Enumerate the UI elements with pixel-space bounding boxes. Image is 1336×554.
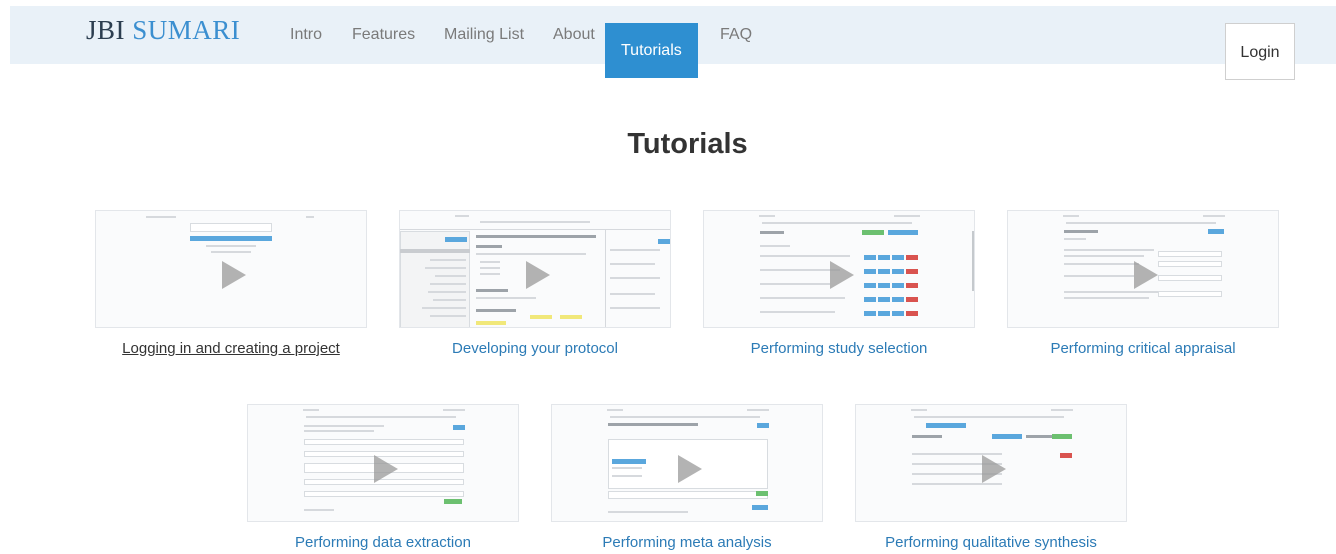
tutorial-card-data-extraction: Performing data extraction (247, 404, 519, 551)
nav-item-features[interactable]: Features (336, 6, 431, 64)
video-thumbnail[interactable] (95, 210, 367, 328)
tutorial-card-logging-in: Logging in and creating a project (95, 210, 367, 357)
tutorial-link[interactable]: Performing qualitative synthesis (835, 534, 1147, 551)
video-thumbnail[interactable] (1007, 210, 1279, 328)
play-icon[interactable] (374, 455, 398, 483)
play-icon[interactable] (678, 455, 702, 483)
tutorial-card-meta-analysis: Performing meta analysis (551, 404, 823, 551)
tutorial-link[interactable]: Performing meta analysis (531, 534, 843, 551)
login-button[interactable]: Login (1225, 23, 1295, 80)
brand-logo[interactable]: JBI SUMARI (86, 15, 240, 46)
play-icon[interactable] (982, 455, 1006, 483)
tutorial-link[interactable]: Logging in and creating a project (75, 340, 387, 357)
tutorial-card-qualitative-synthesis: Performing qualitative synthesis (855, 404, 1127, 551)
brand-logo-part2: SUMARI (132, 15, 241, 45)
nav-item-mailing-list[interactable]: Mailing List (428, 6, 540, 64)
nav-item-tutorials[interactable]: Tutorials (605, 23, 698, 78)
video-thumbnail[interactable] (247, 404, 519, 522)
video-thumbnail[interactable] (855, 404, 1127, 522)
video-thumbnail[interactable] (703, 210, 975, 328)
tutorial-link[interactable]: Developing your protocol (379, 340, 691, 357)
nav-item-faq[interactable]: FAQ (704, 6, 768, 64)
tutorial-link[interactable]: Performing critical appraisal (987, 340, 1299, 357)
brand-logo-part1: JBI (86, 15, 133, 45)
tutorial-card-protocol: Developing your protocol (399, 210, 671, 357)
nav-item-intro[interactable]: Intro (274, 6, 338, 64)
video-thumbnail[interactable] (551, 404, 823, 522)
tutorial-link[interactable]: Performing study selection (683, 340, 995, 357)
play-icon[interactable] (830, 261, 854, 289)
play-icon[interactable] (1134, 261, 1158, 289)
top-navbar: JBI SUMARI Intro Features Mailing List A… (10, 6, 1336, 78)
page-title: Tutorials (627, 128, 748, 160)
tutorial-card-study-selection: Performing study selection (703, 210, 975, 357)
tutorial-link[interactable]: Performing data extraction (227, 534, 539, 551)
video-thumbnail[interactable] (399, 210, 671, 328)
nav-item-about[interactable]: About (537, 6, 611, 64)
play-icon[interactable] (526, 261, 550, 289)
play-icon[interactable] (222, 261, 246, 289)
tutorial-card-critical-appraisal: Performing critical appraisal (1007, 210, 1279, 357)
